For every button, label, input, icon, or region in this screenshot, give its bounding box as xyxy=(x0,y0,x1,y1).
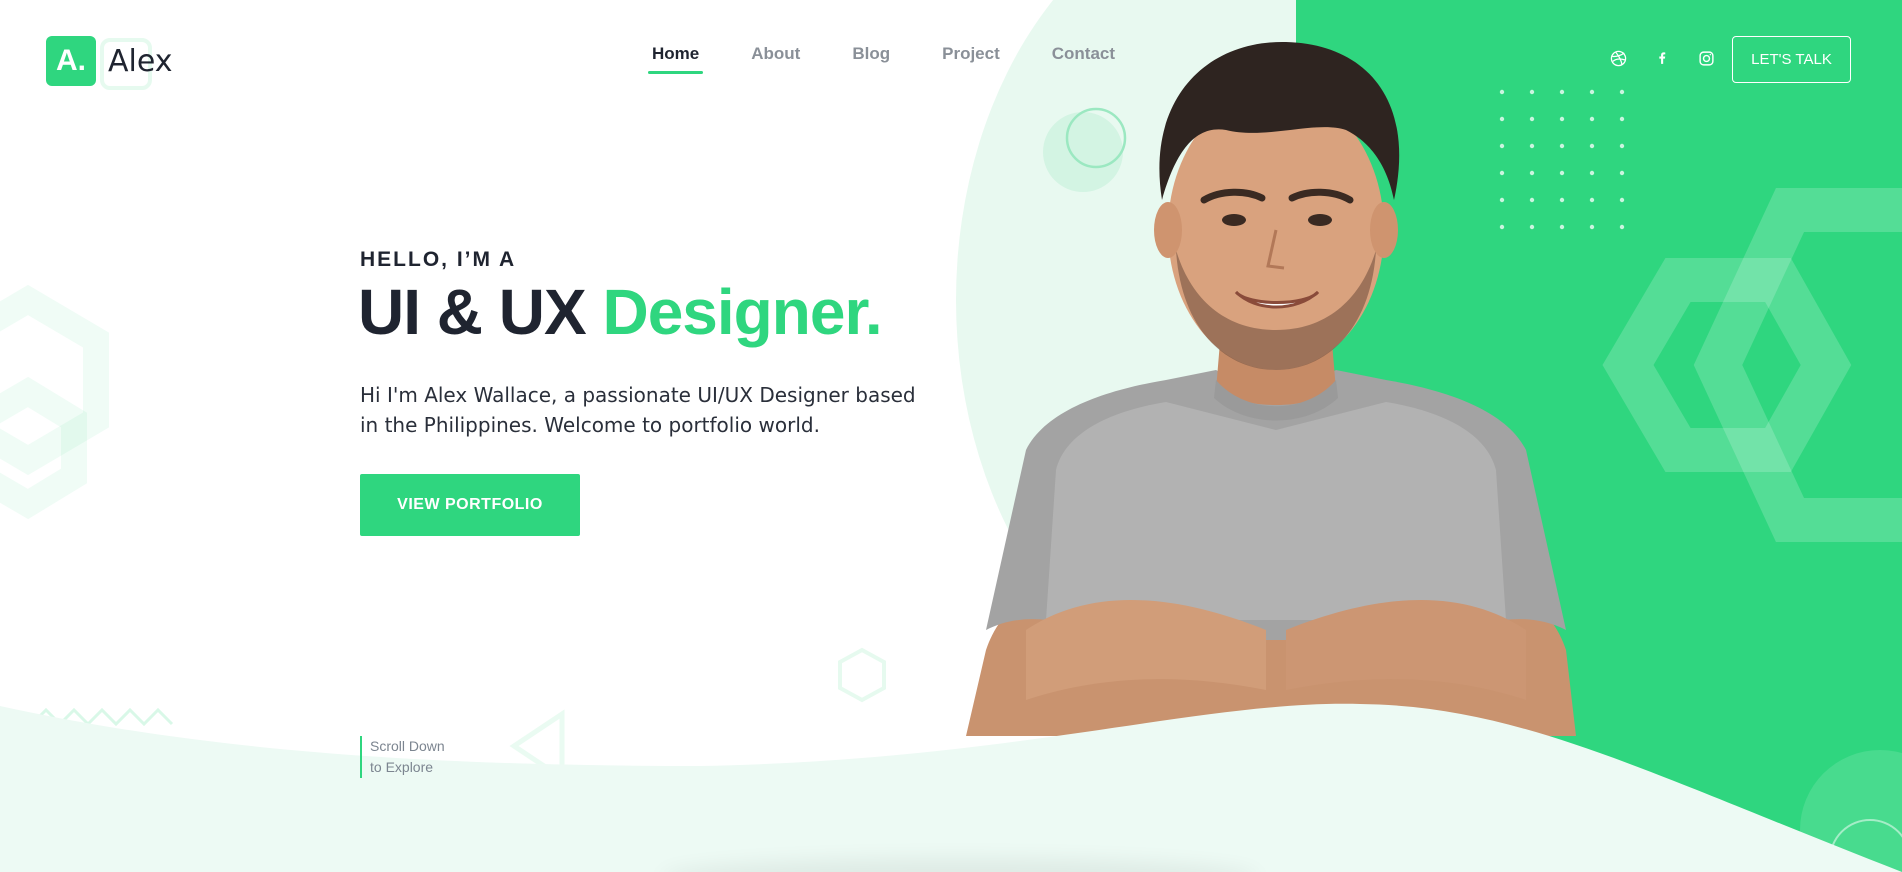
hexagon-outline-decoration xyxy=(1602,188,1902,542)
logo-name: Alex xyxy=(108,43,173,79)
hexagon-decoration-left xyxy=(0,284,109,520)
instagram-icon[interactable] xyxy=(1696,48,1716,68)
portrait-image xyxy=(966,41,1576,736)
scroll-hint-line1: Scroll Down xyxy=(370,738,445,754)
headline-main: UI & UX xyxy=(358,276,603,348)
logo-badge: A. xyxy=(46,36,96,86)
nav-item-project[interactable]: Project xyxy=(942,44,1000,74)
social-links xyxy=(1608,48,1716,68)
dribbble-icon[interactable] xyxy=(1608,48,1628,68)
hero-page: A. Alex Home About Blog Project Contact xyxy=(0,0,1902,872)
hero-headline: UI & UX Designer. xyxy=(358,276,883,348)
view-portfolio-button[interactable]: VIEW PORTFOLIO xyxy=(360,474,580,536)
scroll-hint-line2: to Explore xyxy=(370,759,434,775)
hero-eyebrow: HELLO, I’M A xyxy=(360,248,517,271)
headline-accent: Designer. xyxy=(602,276,882,348)
main-nav: Home About Blog Project Contact xyxy=(647,44,1167,74)
scroll-down-hint[interactable]: Scroll Down to Explore xyxy=(360,736,445,778)
nav-item-blog[interactable]: Blog xyxy=(852,44,890,74)
nav-item-home[interactable]: Home xyxy=(647,44,704,74)
lets-talk-button[interactable]: LET'S TALK xyxy=(1732,36,1851,83)
brand-logo[interactable]: A. Alex xyxy=(46,36,173,86)
hero-description: Hi I'm Alex Wallace, a passionate UI/UX … xyxy=(360,383,916,437)
bottom-wave-shape xyxy=(0,703,1902,872)
nav-item-contact[interactable]: Contact xyxy=(1052,44,1115,74)
nav-item-about[interactable]: About xyxy=(751,44,800,74)
facebook-icon[interactable] xyxy=(1652,48,1672,68)
